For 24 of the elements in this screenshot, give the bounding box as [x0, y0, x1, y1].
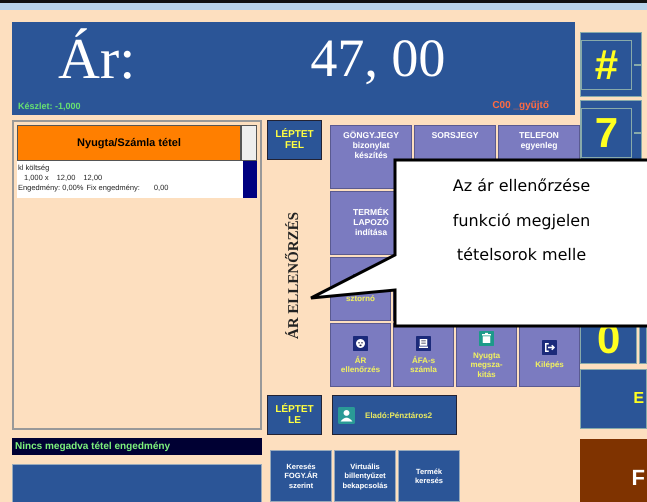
callout-text: tételsorok melle — [456, 245, 586, 264]
status-text: Nincs megadva tétel engedmény — [12, 438, 262, 455]
seller-button[interactable]: Eladó:Pénztáros2 — [332, 395, 457, 435]
keypad-key[interactable]: F — [580, 439, 647, 502]
keypad-key[interactable]: # — [581, 40, 632, 90]
price-label: Ár: — [58, 24, 136, 92]
step-down-button[interactable]: LÉPTET LE — [267, 395, 322, 435]
column-header: Nyugta/Számla tétel — [17, 125, 241, 161]
step-up-button[interactable]: LÉPTET FEL — [267, 120, 322, 160]
keypad-key[interactable]: 7 — [581, 108, 632, 158]
user-icon — [338, 406, 355, 424]
callout-text: funkció megjelen — [452, 210, 590, 230]
register-text: C00 _gyűjtő — [492, 100, 549, 111]
keypad-key[interactable]: E — [580, 369, 647, 429]
function-button[interactable]: GÖNGY.JEGY bizonylat készítés — [330, 125, 412, 189]
vertical-label: ÁR ELLENŐRZÉS — [286, 212, 303, 340]
receipt-icon — [416, 336, 431, 351]
face-icon — [353, 336, 368, 351]
exit-icon — [542, 340, 557, 356]
stock-text: Készlet: -1,000 — [18, 101, 81, 111]
price-value: 47, 00 — [310, 27, 446, 89]
scrollbar-thumb[interactable] — [243, 161, 257, 198]
scrollbar-corner — [241, 125, 257, 161]
trash-icon — [479, 331, 494, 346]
